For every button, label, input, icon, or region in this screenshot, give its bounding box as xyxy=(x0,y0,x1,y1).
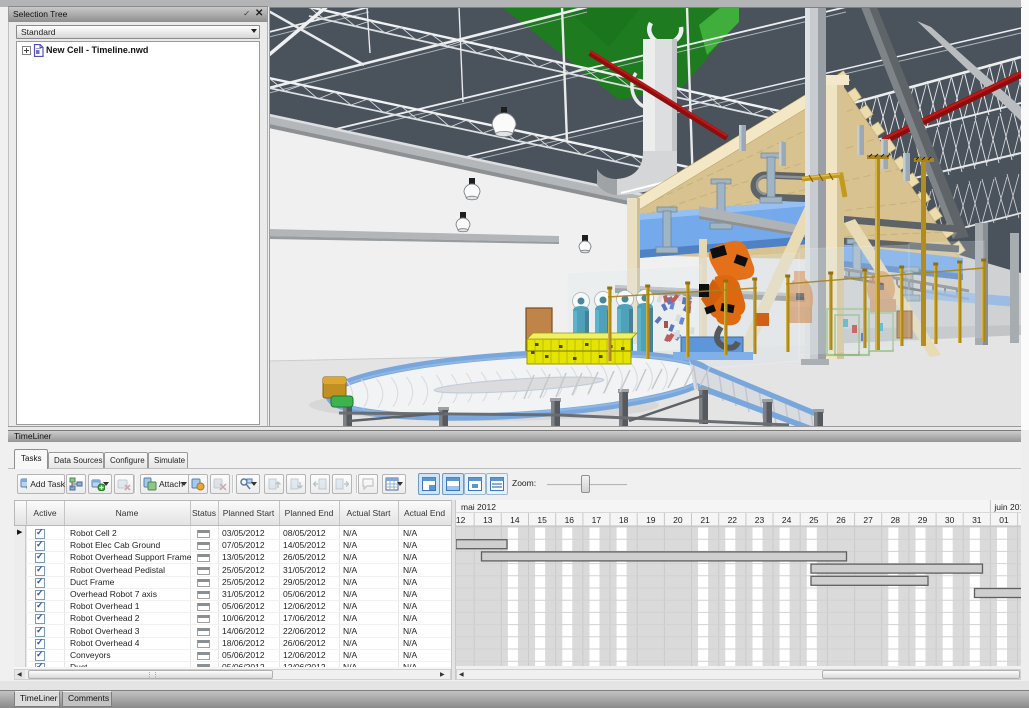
svg-text:mai 2012: mai 2012 xyxy=(461,502,496,512)
svg-text:20: 20 xyxy=(673,515,683,525)
svg-text:28: 28 xyxy=(891,515,901,525)
svg-text:25: 25 xyxy=(809,515,819,525)
svg-text:24: 24 xyxy=(782,515,792,525)
svg-text:30: 30 xyxy=(945,515,955,525)
svg-text:15: 15 xyxy=(537,515,547,525)
svg-text:23: 23 xyxy=(755,515,765,525)
svg-text:16: 16 xyxy=(565,515,575,525)
svg-text:27: 27 xyxy=(863,515,873,525)
svg-text:29: 29 xyxy=(918,515,928,525)
svg-text:26: 26 xyxy=(836,515,846,525)
svg-text:01: 01 xyxy=(999,515,1009,525)
svg-text:21: 21 xyxy=(700,515,710,525)
svg-text:14: 14 xyxy=(510,515,520,525)
svg-text:19: 19 xyxy=(646,515,656,525)
svg-text:22: 22 xyxy=(728,515,738,525)
svg-text:18: 18 xyxy=(619,515,629,525)
svg-text:17: 17 xyxy=(592,515,602,525)
svg-text:juin 2012: juin 2012 xyxy=(993,502,1021,512)
svg-text:31: 31 xyxy=(972,515,982,525)
svg-text:13: 13 xyxy=(483,515,493,525)
svg-text:12: 12 xyxy=(456,515,466,525)
